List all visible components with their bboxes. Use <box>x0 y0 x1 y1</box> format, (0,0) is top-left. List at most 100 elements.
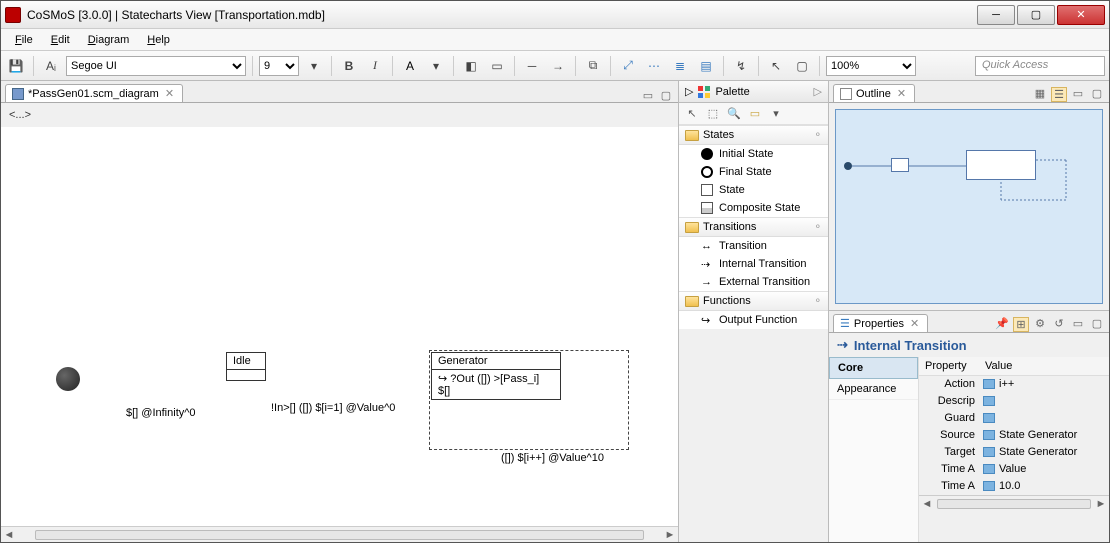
palette-icon <box>697 85 711 99</box>
editor-hscrollbar[interactable]: ◄ ► <box>1 526 678 542</box>
outline-overview-icon[interactable]: ▦ <box>1032 87 1048 102</box>
minimize-view-icon[interactable]: ▭ <box>1070 87 1086 102</box>
save-icon[interactable]: 💾 <box>5 55 27 77</box>
palette-final-state[interactable]: Final State <box>679 163 828 181</box>
menu-diagram[interactable]: Diagram <box>80 32 138 48</box>
palette-external-transition[interactable]: →External Transition <box>679 273 828 291</box>
drawer-transitions[interactable]: Transitions ⚬ <box>679 217 828 237</box>
drawer-pin-icon[interactable]: ⚬ <box>814 222 822 233</box>
scroll-thumb[interactable] <box>35 530 644 540</box>
properties-table: Property Value Actioni++ Descrip Guard S… <box>919 357 1109 542</box>
font-icon[interactable]: Aᵢ <box>40 55 62 77</box>
menu-edit[interactable]: Edit <box>43 32 78 48</box>
minimize-button[interactable]: ─ <box>977 5 1015 25</box>
prop-row-target[interactable]: TargetState Generator <box>919 444 1109 461</box>
prop-row-action[interactable]: Actioni++ <box>919 376 1109 393</box>
font-select[interactable]: Segoe UI <box>66 56 246 76</box>
palette-composite-state[interactable]: Composite State <box>679 199 828 217</box>
scroll-left-icon[interactable]: ◄ <box>919 498 935 510</box>
initial-state-node[interactable] <box>56 367 80 391</box>
palette-collapse-icon[interactable]: ▷ <box>814 85 822 98</box>
scroll-right-icon[interactable]: ► <box>1093 498 1109 510</box>
italic-button[interactable]: I <box>364 55 386 77</box>
fontsize-down-icon[interactable]: ▾ <box>303 55 325 77</box>
scroll-left-icon[interactable]: ◄ <box>1 529 17 541</box>
fontsize-select[interactable]: 9 <box>259 56 299 76</box>
palette-header: ▷ Palette ▷ <box>679 81 828 103</box>
fontcolor-drop-icon[interactable]: ▾ <box>425 55 447 77</box>
properties-icon: ☰ <box>840 317 850 330</box>
tab-close-icon[interactable]: ✕ <box>895 87 908 100</box>
scroll-track[interactable] <box>937 499 1091 509</box>
outline-overview[interactable] <box>835 109 1103 304</box>
drawer-functions[interactable]: Functions ⚬ <box>679 291 828 311</box>
menu-diagram-label: iagram <box>96 34 130 46</box>
align-icon[interactable]: ≣ <box>669 55 691 77</box>
select-tool[interactable]: ↖ <box>683 105 701 123</box>
linecolor-button[interactable]: ▭ <box>486 55 508 77</box>
props-categories-icon[interactable]: ⊞ <box>1013 317 1029 332</box>
props-advanced-icon[interactable]: ⚙ <box>1032 317 1048 332</box>
note-tool[interactable]: ▭ <box>746 105 764 123</box>
maximize-button[interactable]: ▢ <box>1017 5 1055 25</box>
drawer-pin-icon[interactable]: ⚬ <box>814 296 822 307</box>
properties-hscrollbar[interactable]: ◄ ► <box>919 495 1109 511</box>
prop-row-time-a[interactable]: Time AValue <box>919 461 1109 478</box>
menu-file[interactable]: File <box>7 32 41 48</box>
hide-icon[interactable]: ▢ <box>791 55 813 77</box>
close-button[interactable]: ✕ <box>1057 5 1105 25</box>
prop-row-time-a2[interactable]: Time A10.0 <box>919 478 1109 495</box>
mini-edges <box>836 110 1110 260</box>
cat-core[interactable]: Core <box>829 357 918 379</box>
router-icon[interactable]: ↯ <box>730 55 752 77</box>
zoom-select[interactable]: 100% <box>826 56 916 76</box>
autoresize-icon[interactable]: ⤢ <box>617 55 639 77</box>
cat-appearance[interactable]: Appearance <box>829 379 918 400</box>
palette-transition[interactable]: ↔Transition <box>679 237 828 255</box>
minimize-view-icon[interactable]: ▭ <box>640 89 656 102</box>
palette-tool-drop[interactable]: ▾ <box>767 105 785 123</box>
marquee-tool[interactable]: ⬚ <box>704 105 722 123</box>
tab-close-icon[interactable]: ✕ <box>163 87 176 100</box>
properties-categories: Core Appearance <box>829 357 919 542</box>
maximize-view-icon[interactable]: ▢ <box>1089 87 1105 102</box>
maximize-view-icon[interactable]: ▢ <box>1089 317 1105 332</box>
canvas[interactable]: Idle Generator ↪ ?Out ([]) >[Pass_i] $[]… <box>1 127 678 526</box>
palette-state[interactable]: State <box>679 181 828 199</box>
drawer-pin-icon[interactable]: ⚬ <box>814 130 822 141</box>
distribute-icon[interactable]: ⋯ <box>643 55 665 77</box>
props-pin-icon[interactable]: 📌 <box>994 317 1010 332</box>
drawer-states[interactable]: States ⚬ <box>679 125 828 145</box>
outline-tab[interactable]: Outline ✕ <box>833 84 915 102</box>
prop-row-source[interactable]: SourceState Generator <box>919 427 1109 444</box>
bold-button[interactable]: B <box>338 55 360 77</box>
palette-expand-icon[interactable]: ▷ <box>685 85 693 98</box>
arrowstyle-button[interactable]: → <box>547 55 569 77</box>
outline-tree-icon[interactable]: ☰ <box>1051 87 1067 102</box>
prop-row-descrip[interactable]: Descrip <box>919 393 1109 410</box>
fillcolor-button[interactable]: ◧ <box>460 55 482 77</box>
editor-tab[interactable]: *PassGen01.scm_diagram ✕ <box>5 84 183 102</box>
copy-appearance-icon[interactable]: ⧉ <box>582 55 604 77</box>
props-restore-icon[interactable]: ↺ <box>1051 317 1067 332</box>
menu-help[interactable]: Help <box>139 32 178 48</box>
quick-access-input[interactable]: Quick Access <box>975 56 1105 76</box>
select-tool-icon[interactable]: ↖ <box>765 55 787 77</box>
fontcolor-button[interactable]: A <box>399 55 421 77</box>
breadcrumb[interactable]: <...> <box>1 103 678 127</box>
linestyle-button[interactable]: ─ <box>521 55 543 77</box>
minimize-view-icon[interactable]: ▭ <box>1070 317 1086 332</box>
window-title: CoSMoS [3.0.0] | Statecharts View [Trans… <box>27 8 977 22</box>
outline-tabbar: Outline ✕ ▦ ☰ ▭ ▢ <box>829 81 1109 103</box>
scroll-right-icon[interactable]: ► <box>662 529 678 541</box>
maximize-view-icon[interactable]: ▢ <box>658 89 674 102</box>
properties-tab[interactable]: ☰ Properties ✕ <box>833 314 928 332</box>
palette-output-function[interactable]: ↪Output Function <box>679 311 828 329</box>
state-idle[interactable]: Idle <box>226 352 266 381</box>
palette-initial-state[interactable]: Initial State <box>679 145 828 163</box>
prop-row-guard[interactable]: Guard <box>919 410 1109 427</box>
tab-close-icon[interactable]: ✕ <box>908 317 921 330</box>
zoom-tool[interactable]: 🔍 <box>725 105 743 123</box>
order-icon[interactable]: ▤ <box>695 55 717 77</box>
palette-internal-transition[interactable]: ⇢Internal Transition <box>679 255 828 273</box>
